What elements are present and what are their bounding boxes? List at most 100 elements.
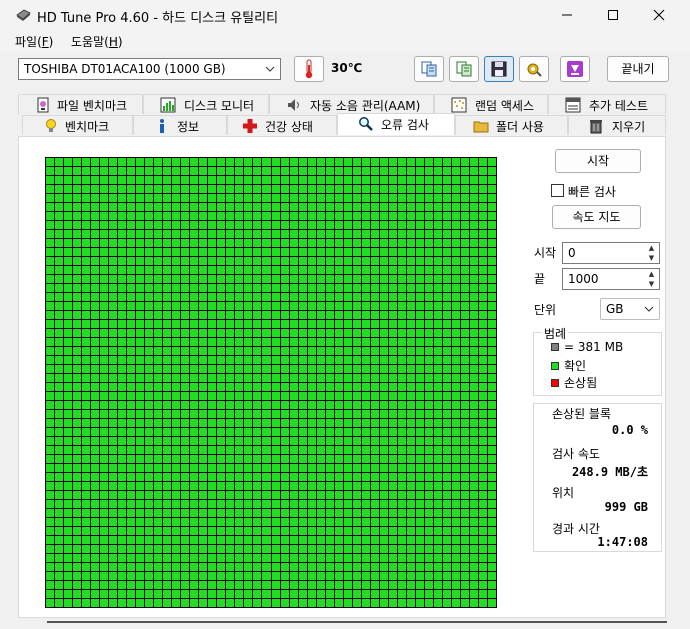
- scan-block: [370, 158, 379, 166]
- scan-block: [352, 338, 361, 346]
- scan-block: [433, 554, 442, 562]
- scan-block: [217, 482, 226, 490]
- copy-info-button[interactable]: [449, 56, 479, 82]
- scan-block: [280, 257, 289, 265]
- scan-block: [172, 590, 181, 598]
- scan-block: [118, 194, 127, 202]
- scan-block: [307, 383, 316, 391]
- scan-block: [127, 158, 136, 166]
- scan-block: [478, 518, 487, 526]
- thermometer-button[interactable]: [294, 56, 324, 82]
- spin-down-icon[interactable]: ▼: [645, 280, 658, 289]
- scan-block: [208, 293, 217, 301]
- scan-block: [217, 401, 226, 409]
- scan-block: [64, 257, 73, 265]
- download-button[interactable]: [560, 56, 590, 82]
- scan-block: [118, 365, 127, 373]
- scan-block: [253, 482, 262, 490]
- scan-block: [316, 338, 325, 346]
- tab-info[interactable]: 정보: [133, 115, 227, 135]
- speed-map-button[interactable]: 속도 지도: [552, 205, 641, 229]
- tab-benchmark[interactable]: 벤치마크: [22, 115, 133, 135]
- scan-block: [172, 212, 181, 220]
- spin-up-icon[interactable]: ▲: [645, 244, 658, 253]
- minimize-button[interactable]: [544, 0, 590, 30]
- scan-block: [289, 203, 298, 211]
- quick-scan-checkbox[interactable]: [551, 184, 564, 197]
- close-button[interactable]: [636, 0, 682, 30]
- exit-button[interactable]: 끝내기: [607, 56, 669, 82]
- scan-block: [469, 419, 478, 427]
- copy-button[interactable]: [414, 56, 444, 82]
- scan-block: [415, 257, 424, 265]
- scan-block: [109, 527, 118, 535]
- scan-block: [361, 347, 370, 355]
- scan-block: [208, 437, 217, 445]
- scan-block: [244, 590, 253, 598]
- scan-block: [289, 437, 298, 445]
- scan-block: [154, 446, 163, 454]
- menu-file[interactable]: 파일(F): [15, 33, 53, 50]
- menu-help[interactable]: 도움말(H): [71, 33, 123, 50]
- scan-block: [325, 302, 334, 310]
- scan-block: [199, 239, 208, 247]
- scan-block: [100, 482, 109, 490]
- scan-block: [415, 329, 424, 337]
- tab-folder-usage[interactable]: 폴더 사용: [455, 115, 568, 135]
- title-bar[interactable]: HD Tune Pro 4.60 - 하드 디스크 유틸리티: [0, 0, 690, 30]
- save-button[interactable]: [484, 56, 514, 82]
- scan-block: [433, 599, 442, 607]
- scan-block: [307, 554, 316, 562]
- scan-block: [118, 284, 127, 292]
- tab-erase[interactable]: 지우기: [568, 115, 666, 135]
- tab-random-access[interactable]: 랜덤 액세스: [434, 94, 548, 114]
- scan-block: [226, 284, 235, 292]
- scan-block: [469, 500, 478, 508]
- spin-down-icon[interactable]: ▼: [645, 254, 658, 263]
- copy-icon: [421, 61, 437, 77]
- scan-block: [127, 284, 136, 292]
- thermometer-icon: [305, 59, 313, 79]
- spin-up-icon[interactable]: ▲: [645, 270, 658, 279]
- end-spinbox[interactable]: 1000 ▲ ▼: [562, 268, 660, 290]
- scan-block: [55, 248, 64, 256]
- scan-block: [91, 194, 100, 202]
- scan-block: [91, 329, 100, 337]
- start-button[interactable]: 시작: [555, 149, 641, 173]
- scan-block: [442, 545, 451, 553]
- tab-aam[interactable]: 자동 소음 관리(AAM): [269, 94, 434, 114]
- scan-block: [352, 185, 361, 193]
- scan-block: [127, 356, 136, 364]
- scan-block: [91, 572, 100, 580]
- scan-block: [118, 437, 127, 445]
- scan-block: [298, 419, 307, 427]
- scan-block: [55, 203, 64, 211]
- scan-block: [379, 311, 388, 319]
- scan-block: [442, 401, 451, 409]
- scan-block: [343, 194, 352, 202]
- settings-button[interactable]: [519, 56, 549, 82]
- tab-extra-tests[interactable]: 추가 테스트: [548, 94, 666, 114]
- drive-select[interactable]: TOSHIBA DT01ACA100 (1000 GB): [18, 58, 281, 80]
- drive-select-value: TOSHIBA DT01ACA100 (1000 GB): [24, 62, 226, 76]
- scan-block: [163, 347, 172, 355]
- unit-select[interactable]: GB: [600, 298, 660, 320]
- scan-block: [163, 446, 172, 454]
- tab-disk-monitor[interactable]: 디스크 모니터: [143, 94, 269, 114]
- scan-block: [451, 437, 460, 445]
- tab-error-scan[interactable]: 오류 검사: [337, 113, 455, 135]
- scan-block: [460, 527, 469, 535]
- scan-block: [442, 491, 451, 499]
- scan-block: [325, 266, 334, 274]
- scan-block: [442, 221, 451, 229]
- tab-file-benchmark[interactable]: 파일 벤치마크: [18, 94, 143, 114]
- tab-health[interactable]: 건강 상태: [227, 115, 337, 135]
- scan-block: [325, 437, 334, 445]
- scan-block: [361, 239, 370, 247]
- scan-block: [181, 572, 190, 580]
- scan-block: [361, 266, 370, 274]
- maximize-button[interactable]: [590, 0, 636, 30]
- start-spinbox[interactable]: 0 ▲ ▼: [562, 242, 660, 264]
- scan-block: [361, 500, 370, 508]
- scan-block: [118, 509, 127, 517]
